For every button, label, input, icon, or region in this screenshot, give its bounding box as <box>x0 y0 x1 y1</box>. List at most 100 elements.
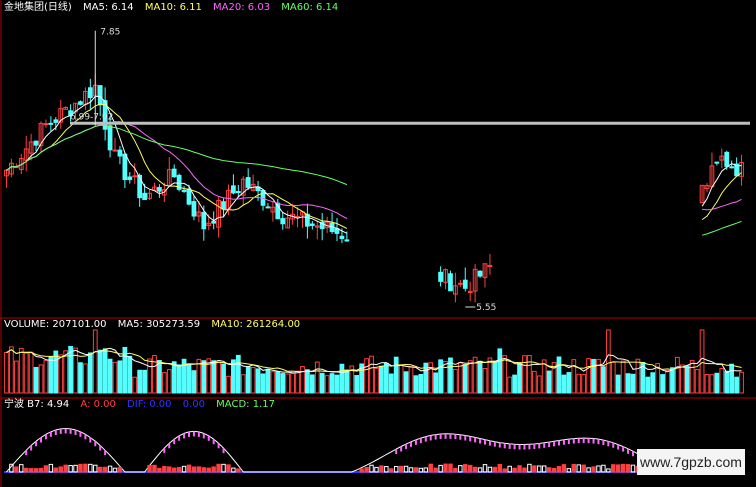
volume-bar <box>142 369 147 394</box>
macd-bar <box>93 464 98 473</box>
volume-bar <box>97 349 103 394</box>
volume-bar <box>453 368 458 394</box>
volume-bar <box>4 352 9 394</box>
high-marker-label: 7.85 <box>100 28 120 38</box>
volume-bar <box>388 373 394 394</box>
volume-bar <box>527 355 532 394</box>
volume-bar <box>9 346 14 394</box>
volume-bar <box>605 329 611 394</box>
volume-bar <box>522 355 527 394</box>
macd-bar <box>63 464 68 473</box>
volume-bar <box>270 371 276 394</box>
volume-bar <box>556 356 562 394</box>
macd-bar <box>97 466 103 473</box>
stock-name: 金地集团(日线) <box>4 2 72 13</box>
macd-bar <box>561 464 567 473</box>
volume-bar <box>403 371 409 394</box>
volume-bar <box>492 360 498 394</box>
macd-bar <box>167 466 172 473</box>
volume-bar <box>305 369 310 394</box>
volume-bar <box>329 373 335 394</box>
candle-body <box>171 168 177 178</box>
candle-body <box>714 161 720 164</box>
volume-bar <box>581 374 587 394</box>
candle-body <box>211 220 217 224</box>
candle-body <box>245 177 251 188</box>
watermark: www.7gpzb.com <box>637 449 745 475</box>
macd-bar <box>463 464 468 473</box>
volume-bar <box>571 359 577 394</box>
macd-bar <box>206 467 211 473</box>
macd-bar <box>551 467 557 473</box>
volume-bar <box>364 358 369 394</box>
volume-bar <box>413 375 419 394</box>
volume-bar <box>166 369 172 394</box>
volume-label: VOLUME: 207101.00 <box>4 319 107 330</box>
macd-bar <box>576 464 581 473</box>
macd-bar <box>19 464 24 473</box>
macd-bar <box>517 465 522 473</box>
volume-bar <box>137 369 143 394</box>
volume-bar <box>201 360 207 394</box>
reference-band-label: 6.99-7.02 <box>70 112 113 122</box>
candle-body <box>221 201 226 210</box>
volume-bar <box>285 373 291 394</box>
volume-bar <box>147 358 152 394</box>
volume-bar <box>68 345 73 394</box>
price-panel-header: 金地集团(日线) MA5: 6.14 MA10: 6.11 MA20: 6.03… <box>4 1 346 15</box>
volume-bar <box>186 364 192 394</box>
volume-bar <box>398 365 404 394</box>
macd-bar <box>58 466 63 473</box>
macd-bar <box>191 466 197 473</box>
macd-bar <box>201 467 207 473</box>
macd-bar <box>117 467 123 473</box>
volume-bar <box>176 364 182 394</box>
macd-bar <box>28 468 34 473</box>
volume-bar <box>48 356 54 394</box>
candle-body <box>724 151 730 167</box>
macd-bar <box>591 466 596 473</box>
macd-bar <box>359 468 364 473</box>
volume-bar <box>709 374 715 394</box>
volume-bar <box>719 367 725 394</box>
candle-body <box>339 235 345 240</box>
macd-bar <box>398 465 404 473</box>
macd-panel-header: 宁波 B7: 4.94 A: 0.00 DIF: 0.00 0.00 MACD:… <box>4 398 283 412</box>
macd-dif-label: DIF: 0.00 <box>127 399 172 410</box>
volume-bar <box>591 358 596 394</box>
candle-body <box>191 201 197 217</box>
macd-bar <box>630 464 636 473</box>
ma20-label: MA20: 6.03 <box>213 2 271 13</box>
volume-bar <box>275 371 281 394</box>
volume-bar <box>379 365 384 394</box>
macd-bar <box>389 468 394 473</box>
volume-bar <box>171 361 177 394</box>
volume-bar <box>290 373 295 394</box>
volume-bar <box>675 356 680 394</box>
volume-bar <box>393 356 399 394</box>
volume-bar <box>477 360 483 394</box>
volume-bar <box>462 364 468 394</box>
volume-bar <box>211 360 217 394</box>
volume-bar <box>502 355 508 394</box>
macd-bar <box>157 467 162 473</box>
macd-bar <box>102 466 108 473</box>
volume-bar <box>191 370 197 394</box>
volume-panel-header: VOLUME: 207101.00 MA5: 305273.59 MA10: 2… <box>4 318 308 332</box>
macd-bar <box>147 464 152 473</box>
volume-bar <box>53 350 59 394</box>
macd-bar <box>571 463 577 473</box>
candle-body <box>132 175 138 178</box>
volume-bar <box>714 372 720 394</box>
macd-bar <box>453 467 458 473</box>
candle-body <box>305 213 310 227</box>
candle-body <box>48 122 54 125</box>
volume-bar <box>734 376 739 394</box>
volume-bar <box>300 365 305 394</box>
volume-bar <box>374 367 379 394</box>
candle-body <box>127 176 133 181</box>
candle-body <box>235 191 241 194</box>
macd-bar <box>216 463 221 473</box>
macd-bar <box>186 464 192 473</box>
volume-bar <box>684 365 690 394</box>
